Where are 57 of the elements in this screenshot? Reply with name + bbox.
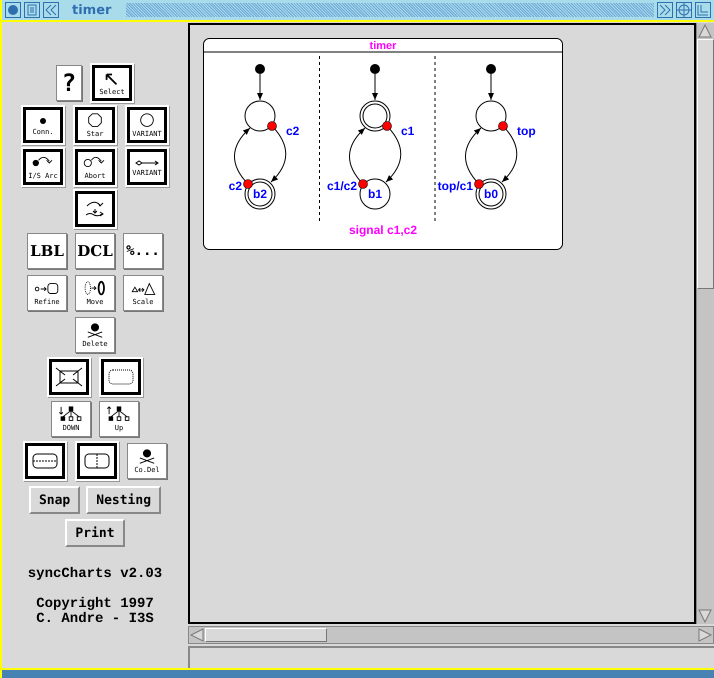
dotted-box-icon <box>106 367 136 387</box>
transition-label: c1/c2 <box>326 179 357 193</box>
abort-dot <box>474 179 484 189</box>
vsplit-tool-button[interactable] <box>77 443 117 479</box>
arrow-icon <box>135 160 159 166</box>
transition-label: c2 <box>286 124 300 138</box>
shade-right-icon[interactable] <box>657 2 673 18</box>
target-icon[interactable] <box>676 2 692 18</box>
transition-label: top <box>517 124 536 138</box>
initial-dot <box>486 64 496 74</box>
command-button[interactable]: Nesting <box>86 486 162 514</box>
window-menu-icon[interactable] <box>5 2 21 18</box>
box-arrows-icon <box>54 367 84 387</box>
command-button[interactable]: Print <box>65 519 125 547</box>
abort-dot <box>358 179 368 189</box>
split-box-icon <box>82 451 112 471</box>
resize-icon[interactable] <box>695 2 711 18</box>
scroll-down-icon[interactable] <box>697 608 713 624</box>
initial-arrow <box>372 74 378 100</box>
abort-dot <box>243 179 253 189</box>
transition-label: c2 <box>228 179 242 193</box>
signal-declaration: signal c1,c2 <box>348 223 418 237</box>
decl-button[interactable]: DCL <box>75 233 115 269</box>
zoom-tool-button[interactable] <box>49 359 89 395</box>
state-label: b1 <box>368 187 382 201</box>
comment-button[interactable]: %... <box>123 233 163 269</box>
state-label: b2 <box>253 187 267 201</box>
copyright-text: Copyright 1997 <box>36 597 154 612</box>
initial-arrow <box>257 74 263 100</box>
command-button[interactable]: Snap <box>28 486 80 514</box>
version-text: syncCharts v2.03 <box>28 567 162 582</box>
abort-dot <box>382 121 392 131</box>
state-label: b0 <box>484 187 498 201</box>
macrostate-title: timer <box>370 40 396 52</box>
label-button[interactable]: LBL <box>27 233 67 269</box>
split-box-icon <box>30 451 60 471</box>
shade-left-icon[interactable] <box>43 2 59 18</box>
scroll-left-icon[interactable] <box>189 627 205 643</box>
initial-dot <box>370 64 380 74</box>
transition-label: c1 <box>401 124 414 138</box>
document-icon[interactable] <box>24 2 40 18</box>
drawing-canvas[interactable]: timer b2 c2 c2 b1 c1 c1/c2 b0 top top/c1 signal c1,c2 <box>188 23 696 624</box>
scroll-right-icon[interactable] <box>697 627 713 643</box>
window-title: timer <box>71 2 112 18</box>
macro-tool-button[interactable] <box>101 359 141 395</box>
suspend-tool-button[interactable] <box>75 191 115 227</box>
horizontal-scrollbar[interactable] <box>188 626 714 644</box>
hsplit-tool-button[interactable] <box>25 443 65 479</box>
abort-dot <box>498 121 508 131</box>
initial-arrow <box>488 74 494 100</box>
dot-icon <box>39 117 47 125</box>
help-button[interactable]: ? <box>56 65 82 101</box>
transition-label: top/c1 <box>438 179 473 193</box>
vertical-scrollbar[interactable] <box>696 23 714 624</box>
abort-dot <box>267 121 277 131</box>
initial-dot <box>255 64 265 74</box>
copyright-text: C. Andre - I3S <box>36 612 154 627</box>
